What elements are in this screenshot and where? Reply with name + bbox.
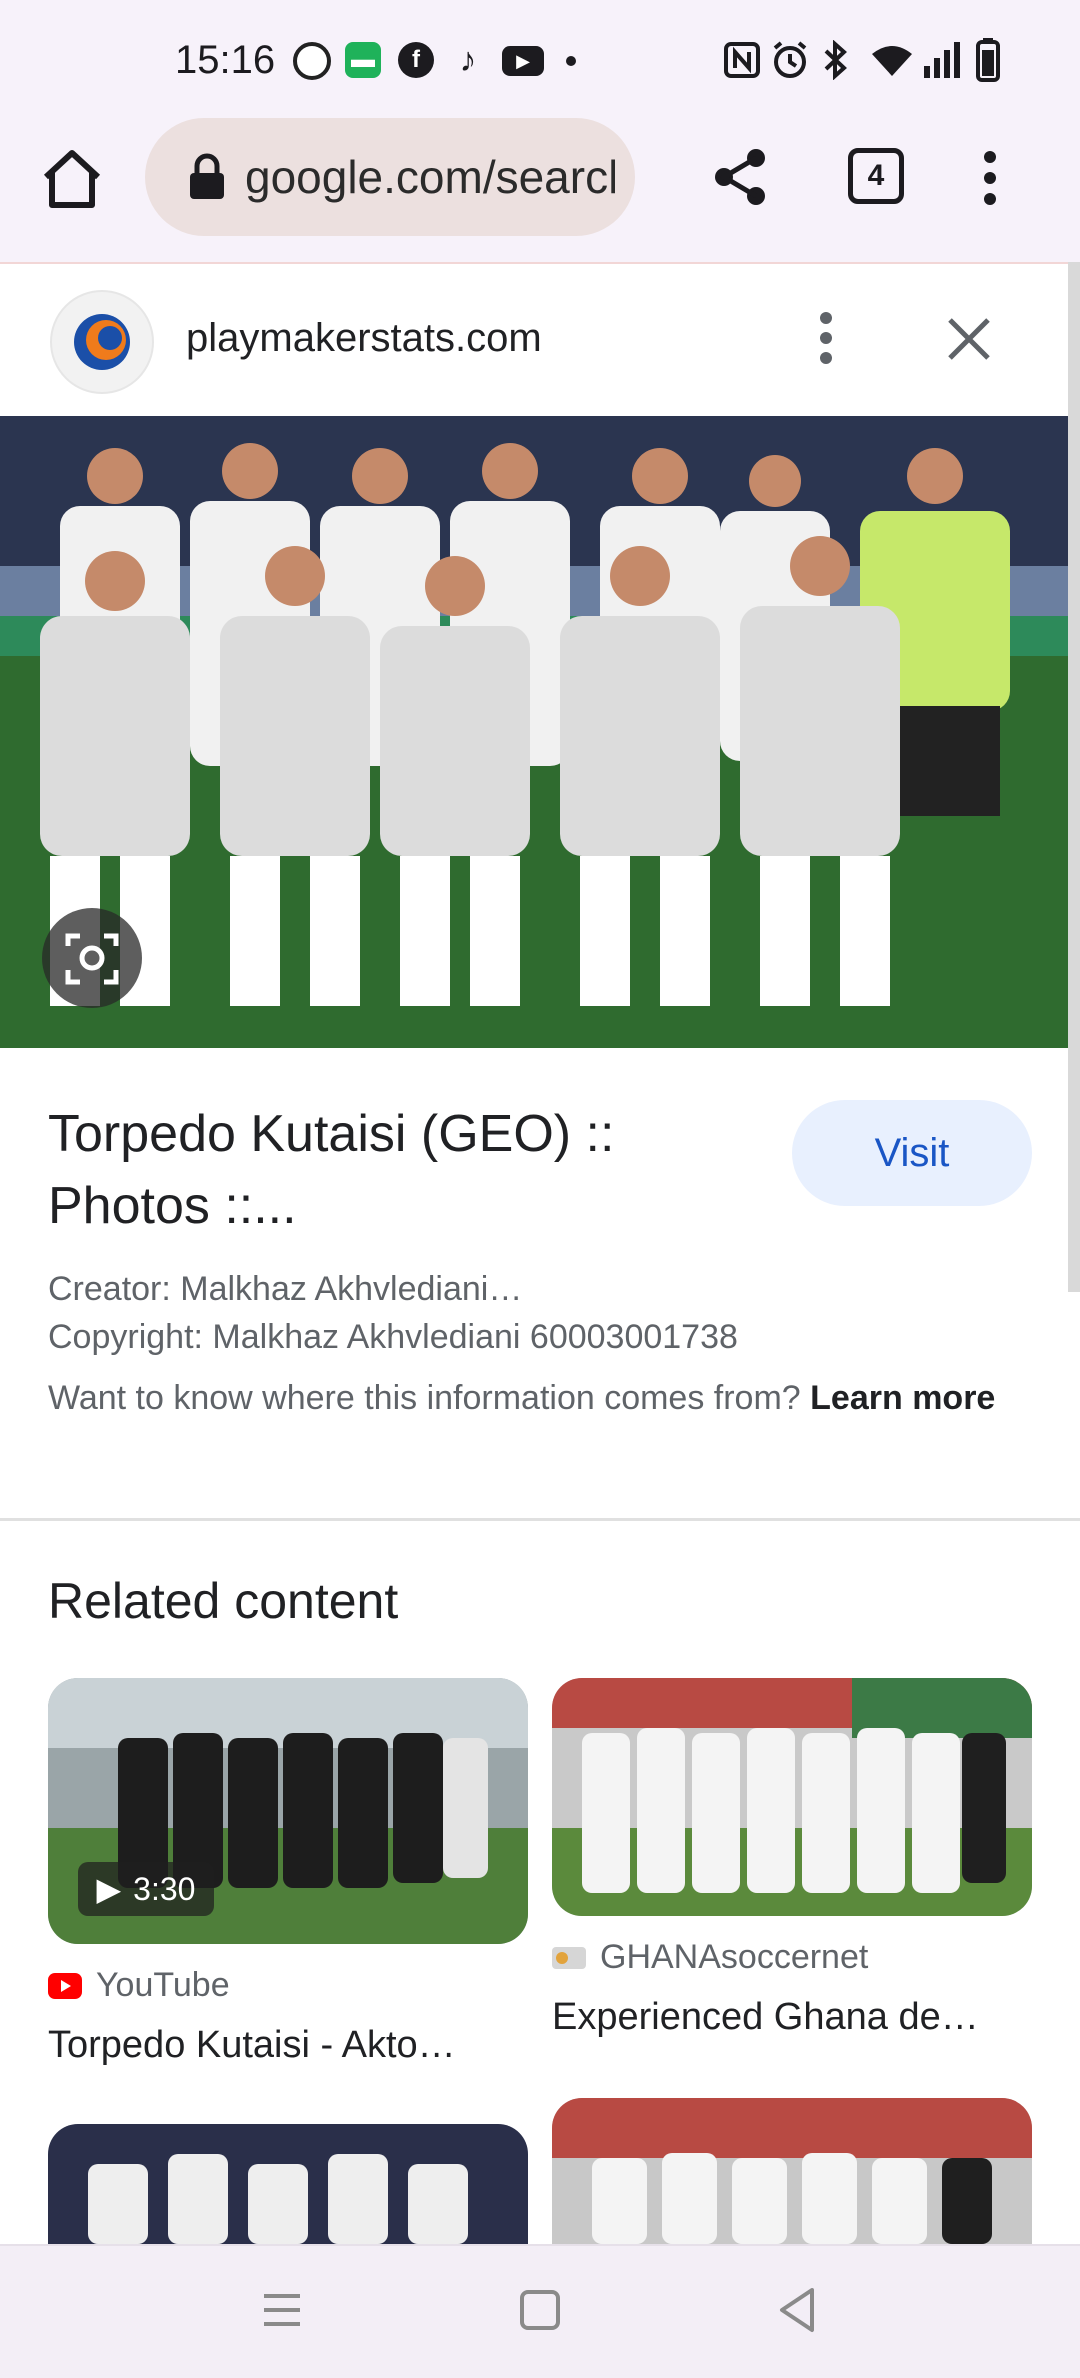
related-card-source-2: GHANAsoccernet — [552, 1938, 868, 1977]
close-icon[interactable] — [944, 314, 994, 364]
nfc-icon — [724, 42, 760, 78]
url-bar[interactable]: google.com/search — [145, 118, 635, 236]
related-card-source-1: YouTube — [48, 1966, 230, 2005]
youtube-logo-icon — [48, 1972, 82, 1999]
messages-icon: ▬ — [345, 42, 381, 78]
result-image[interactable] — [0, 416, 1068, 1048]
learn-more-link[interactable]: Learn more — [810, 1379, 995, 1417]
video-duration-badge: ▶ 3:30 — [78, 1862, 214, 1916]
status-time: 15:16 — [175, 38, 276, 82]
share-icon[interactable] — [712, 148, 768, 206]
info-question: Want to know where this information come… — [48, 1379, 801, 1417]
bluetooth-icon — [824, 40, 847, 80]
site-favicon — [50, 290, 154, 394]
result-title[interactable]: Torpedo Kutaisi (GEO) :: Photos ::... — [48, 1098, 748, 1242]
url-text[interactable]: google.com/search — [245, 150, 615, 204]
divider — [0, 1518, 1080, 1521]
ghanasoccernet-logo-icon — [552, 1946, 586, 1969]
tab-switcher-button[interactable]: 4 — [848, 148, 904, 204]
alarm-icon — [773, 41, 807, 78]
related-card-image-4[interactable] — [552, 2098, 1032, 2244]
youtube-icon: ▶ — [502, 46, 544, 76]
home-nav-icon[interactable] — [510, 2280, 570, 2340]
viber-icon — [293, 42, 331, 80]
more-vert-icon[interactable] — [982, 150, 998, 206]
facebook-icon: f — [398, 42, 434, 78]
visit-button[interactable]: Visit — [792, 1100, 1032, 1206]
battery-icon — [976, 38, 1000, 82]
related-heading: Related content — [48, 1573, 399, 1629]
lens-search-button[interactable] — [42, 908, 142, 1008]
scrollbar[interactable] — [1068, 262, 1080, 1292]
notification-dot — [566, 56, 576, 66]
info-text: Want to know where this information come… — [48, 1374, 1008, 1422]
related-source-name-1: YouTube — [96, 1966, 230, 2004]
duration-text: 3:30 — [133, 1870, 196, 1907]
copyright-text: Copyright: Malkhaz Akhvlediani 600030017… — [48, 1318, 738, 1356]
tiktok-icon: ♪ — [459, 40, 477, 79]
lens-icon — [65, 933, 119, 985]
creator-text: Creator: Malkhaz Akhvlediani… — [48, 1270, 523, 1308]
related-card-image-2[interactable] — [552, 1678, 1032, 1916]
wifi-icon — [872, 46, 912, 76]
lock-icon — [190, 153, 224, 199]
play-icon: ▶ — [96, 1871, 122, 1907]
signal-icon — [924, 42, 960, 78]
home-icon[interactable] — [38, 145, 106, 213]
related-card-image-3[interactable] — [48, 2124, 528, 2244]
source-site-name[interactable]: playmakerstats.com — [186, 316, 542, 361]
back-icon[interactable] — [768, 2280, 828, 2340]
related-card-title-2[interactable]: Experienced Ghana de… — [552, 1996, 979, 2039]
related-card-title-1[interactable]: Torpedo Kutaisi - Akto… — [48, 2024, 456, 2067]
source-more-icon[interactable] — [818, 312, 834, 364]
related-source-name-2: GHANAsoccernet — [600, 1938, 869, 1976]
recent-apps-icon[interactable] — [252, 2280, 312, 2340]
